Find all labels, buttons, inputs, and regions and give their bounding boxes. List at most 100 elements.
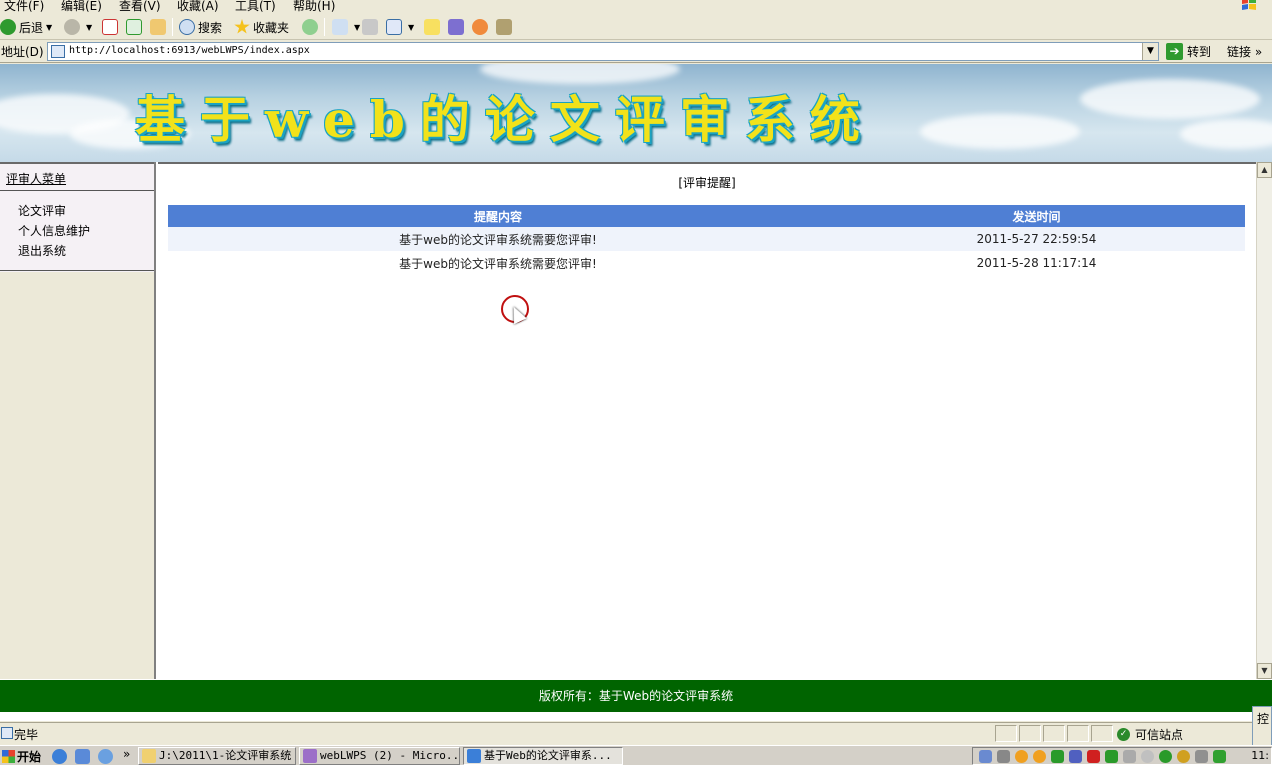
edit-button[interactable]: ▼ <box>386 18 414 36</box>
security-icon[interactable] <box>1177 750 1190 763</box>
history-button[interactable] <box>302 18 321 36</box>
task-browser[interactable]: 基于Web的论文评审系... <box>463 747 623 765</box>
plugin-icon <box>472 19 488 35</box>
tray-app-icon[interactable] <box>1213 750 1226 763</box>
print-button[interactable] <box>362 18 381 36</box>
wireless-icon[interactable] <box>1051 750 1064 763</box>
refresh-icon <box>126 19 142 35</box>
page-icon <box>51 45 65 58</box>
start-button[interactable]: 开始 <box>0 747 41 765</box>
qq-icon[interactable] <box>1033 750 1046 763</box>
network-icon[interactable] <box>979 750 992 763</box>
antivirus-icon[interactable] <box>1087 750 1100 763</box>
reminder-time: 2011-5-27 22:59:54 <box>828 227 1245 251</box>
sidebar-menu: 评审人菜单 论文评审 个人信息维护 退出系统 <box>0 162 154 272</box>
task-visual-studio[interactable]: webLWPS (2) - Micro... <box>299 747 460 765</box>
reminder-time: 2011-5-28 11:17:14 <box>828 251 1245 275</box>
status-bar: 完毕 ✓ 可信站点 <box>0 722 1272 744</box>
menu-tools[interactable]: 工具(T) <box>235 0 276 14</box>
favorites-button[interactable]: 收藏夹 <box>234 18 289 36</box>
status-cell <box>1019 725 1041 742</box>
windows-flag-icon <box>2 749 15 763</box>
address-input[interactable]: http://localhost:6913/webLWPS/index.aspx… <box>47 42 1159 61</box>
mail-button[interactable]: ▼ <box>332 18 360 36</box>
volume-icon[interactable] <box>1123 750 1136 763</box>
search-button[interactable]: 搜索 <box>179 18 222 36</box>
more-quicklaunch-icon[interactable]: » <box>123 747 130 761</box>
display-icon[interactable] <box>1069 750 1082 763</box>
sidebar-item-logout[interactable]: 退出系统 <box>18 242 66 259</box>
chevron-down-icon: ▼ <box>408 22 415 32</box>
speaker-icon[interactable] <box>1195 750 1208 763</box>
ie-quicklaunch-icon[interactable] <box>52 749 67 764</box>
status-cell <box>1091 725 1113 742</box>
star-icon <box>234 19 250 34</box>
messenger-button[interactable] <box>448 18 467 36</box>
stop-button[interactable] <box>102 18 121 36</box>
links-button[interactable]: 链接 » <box>1227 43 1262 60</box>
go-button[interactable]: ➔ 转到 <box>1166 42 1211 61</box>
home-button[interactable] <box>150 18 169 36</box>
history-icon <box>302 19 318 35</box>
scroll-up-button[interactable]: ▲ <box>1257 162 1272 178</box>
menu-bar: 文件(F) 编辑(E) 查看(V) 收藏(A) 工具(T) 帮助(H) <box>0 0 1272 14</box>
shield-icon[interactable] <box>1105 750 1118 763</box>
banner-title: 基于web的论文评审系统 <box>135 90 875 149</box>
page-done-icon <box>1 727 13 739</box>
tool-icon[interactable] <box>997 750 1010 763</box>
update-icon[interactable] <box>1141 750 1154 763</box>
address-dropdown[interactable]: ▼ <box>1142 43 1158 60</box>
note-icon <box>424 19 440 35</box>
page-viewport: 基于web的论文评审系统 评审人菜单 论文评审 个人信息维护 退出系统 [评审提… <box>0 64 1272 721</box>
sidebar: 评审人菜单 论文评审 个人信息维护 退出系统 <box>0 162 156 679</box>
trusted-check-icon: ✓ <box>1117 728 1130 741</box>
divider <box>0 190 154 191</box>
forward-button[interactable]: ▼ <box>64 18 92 36</box>
table-header-row: 提醒内容 发送时间 <box>168 205 1245 227</box>
research-button[interactable] <box>496 18 515 36</box>
side-panel-tab[interactable]: 控 <box>1252 706 1272 746</box>
table-row[interactable]: 基于web的论文评审系统需要您评审! 2011-5-28 11:17:14 <box>168 251 1245 275</box>
windows-logo-icon <box>1242 0 1256 10</box>
refresh-button[interactable] <box>126 18 145 36</box>
messenger-icon <box>448 19 464 35</box>
taskbar: 开始 » J:\2011\1-论文评审系统 webLWPS (2) - Micr… <box>0 745 1272 765</box>
sidebar-item-profile[interactable]: 个人信息维护 <box>18 222 90 239</box>
cloud-decoration <box>1180 119 1272 149</box>
page-footer: 版权所有：基于Web的论文评审系统 <box>0 680 1272 712</box>
stop-icon <box>102 19 118 35</box>
chevron-down-icon: ▼ <box>354 22 361 32</box>
menu-help[interactable]: 帮助(H) <box>293 0 335 14</box>
menu-favorites[interactable]: 收藏(A) <box>177 0 219 14</box>
back-button[interactable]: 后退 ▼ <box>0 18 52 36</box>
word-icon <box>386 19 402 35</box>
plugin-button[interactable] <box>472 18 491 36</box>
visual-studio-icon <box>303 749 317 763</box>
address-label: 地址(D) <box>1 45 44 59</box>
task-folder[interactable]: J:\2011\1-论文评审系统 <box>138 747 296 765</box>
research-icon <box>496 19 512 35</box>
divider <box>0 270 154 271</box>
toolbar-separator <box>172 18 173 36</box>
column-header-time: 发送时间 <box>828 205 1245 227</box>
note-button[interactable] <box>424 18 443 36</box>
taskbar-clock: 11: <box>1251 749 1269 762</box>
media-quicklaunch-icon[interactable] <box>98 749 113 764</box>
plus-icon[interactable] <box>1159 750 1172 763</box>
menu-view[interactable]: 查看(V) <box>119 0 161 14</box>
chevron-down-icon: ▼ <box>86 22 93 32</box>
status-text: 完毕 <box>14 728 39 742</box>
reminder-content: 基于web的论文评审系统需要您评审! <box>168 251 828 275</box>
address-bar: 地址(D) http://localhost:6913/webLWPS/inde… <box>0 40 1272 63</box>
qq-icon[interactable] <box>1015 750 1028 763</box>
table-row[interactable]: 基于web的论文评审系统需要您评审! 2011-5-27 22:59:54 <box>168 227 1245 251</box>
menu-edit[interactable]: 编辑(E) <box>61 0 102 14</box>
vertical-scrollbar[interactable]: ▲ ▼ <box>1256 162 1272 679</box>
sidebar-item-paper-review[interactable]: 论文评审 <box>18 202 66 219</box>
scroll-down-button[interactable]: ▼ <box>1257 663 1272 679</box>
mail-icon <box>332 19 348 35</box>
desktop-quicklaunch-icon[interactable] <box>75 749 90 764</box>
menu-file[interactable]: 文件(F) <box>4 0 44 14</box>
reminder-content: 基于web的论文评审系统需要您评审! <box>168 227 828 251</box>
sidebar-heading[interactable]: 评审人菜单 <box>6 170 66 187</box>
